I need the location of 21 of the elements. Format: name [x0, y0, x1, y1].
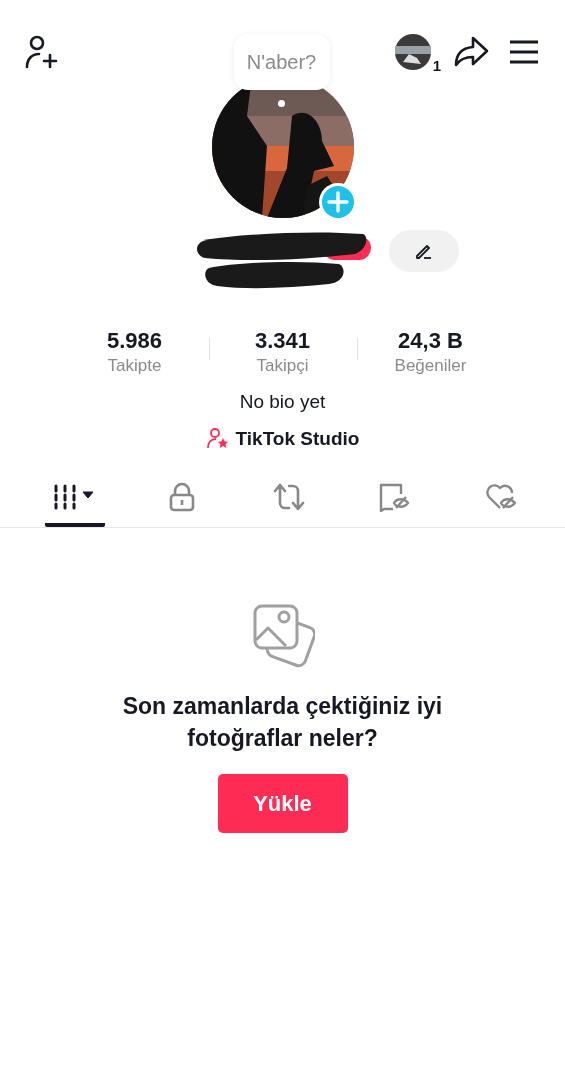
share-icon[interactable]	[453, 35, 489, 69]
add-user-icon[interactable]	[24, 34, 60, 70]
stat-value: 24,3 B	[398, 328, 463, 354]
repost-icon	[271, 482, 306, 512]
stat-value: 5.986	[106, 328, 163, 354]
upload-button[interactable]: Yükle	[217, 774, 348, 833]
grid-icon	[53, 483, 97, 511]
studio-link[interactable]: TikTok Studio	[235, 428, 360, 450]
story-avatar[interactable]	[395, 34, 431, 70]
hidden-bookmark-icon	[379, 482, 412, 512]
stat-label: Takipte	[107, 356, 162, 376]
stat-label: Takipçi	[256, 356, 309, 376]
menu-icon[interactable]	[509, 40, 539, 64]
stat-label: Beğeniler	[394, 356, 467, 376]
bio-text: No bio yet	[238, 391, 327, 413]
stat-value: 3.341	[254, 328, 311, 354]
lock-icon	[167, 482, 196, 512]
story-count: 1	[432, 57, 441, 74]
creator-icon	[205, 427, 230, 451]
edit-profile-button[interactable]	[389, 230, 459, 272]
empty-message: Son zamanlarda çektiğiniz iyi fotoğraflar neler?	[121, 692, 444, 753]
